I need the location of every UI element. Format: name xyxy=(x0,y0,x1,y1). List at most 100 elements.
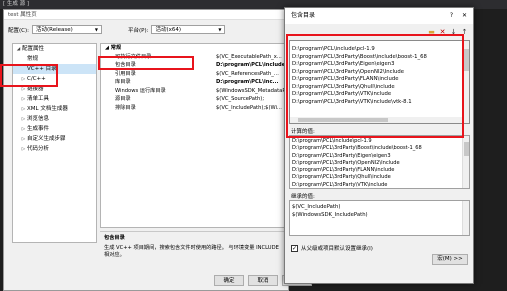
tree-item-label: 链接器 xyxy=(27,86,44,92)
evaluated-value-box: D:\program\PCL\include\pcl-1.9 D:\program… xyxy=(289,135,470,189)
grid-value: $(VC_ExecutablePath_x... xyxy=(216,53,282,60)
property-grid: ◢ 常规 可执行文件目录 $(VC_ExecutablePath_x... 包含目录 D… xyxy=(100,43,286,228)
scrollbar-thumb[interactable] xyxy=(298,118,388,122)
evaluated-value-item: D:\program\PCL\include\pcl-1.9 xyxy=(292,138,372,144)
inherited-value-label: 继承的值: xyxy=(291,194,315,200)
evaluated-value-item: D:\program\PCL\3rdParty\OpenNI2\Include xyxy=(292,159,400,166)
grid-row[interactable]: 可执行文件目录 $(VC_ExecutablePath_x... xyxy=(101,53,285,62)
grid-key: ◢ 常规 xyxy=(105,45,122,51)
move-down-icon[interactable]: ↓ xyxy=(449,28,458,37)
tree-item-label: 自定义生成步骤 xyxy=(27,136,66,142)
grid-value: $(VC_ReferencesPath_... xyxy=(216,70,279,77)
tree-item-label: C/C++ xyxy=(27,76,46,82)
scrollbar-thumb[interactable] xyxy=(464,49,469,71)
grid-key: Windows 运行库目录 xyxy=(115,87,166,94)
description-title: 包含目录 xyxy=(104,235,125,241)
tree-item-label: 浏览信息 xyxy=(27,116,50,122)
grid-category[interactable]: ◢ 常规 xyxy=(101,44,285,53)
macro-button[interactable]: 宏(M) >> xyxy=(432,254,468,265)
include-path-item[interactable]: D:\program\PCL\3rdParty\FLANN\include xyxy=(292,76,469,84)
inherit-checkbox-label: 从父级或项目默认设置继承(I) xyxy=(301,246,373,252)
vertical-scrollbar[interactable] xyxy=(462,201,469,235)
include-path-item[interactable]: D:\program\PCL\3rdParty\Qhull\include xyxy=(292,84,469,92)
config-label: 配置(C): xyxy=(8,27,29,34)
grid-key: 排除目录 xyxy=(115,104,136,111)
grid-key: 包含目录 xyxy=(115,62,136,68)
include-path-item[interactable]: D:\program\PCL\include\pcl-1.9 xyxy=(292,46,469,54)
cancel-button[interactable]: 取消 xyxy=(248,275,278,286)
grid-value: D:\program\PCL\inc... xyxy=(216,79,279,85)
grid-row[interactable]: 包含目录 D:\program\PCL\include\... xyxy=(101,61,285,70)
include-path-item[interactable]: D:\program\PCL\3rdParty\OpenNI2\Include xyxy=(292,69,469,77)
tree-item[interactable]: ▷ 清单工具 xyxy=(13,94,96,104)
evaluated-value-item: D:\program\PCL\3rdParty\VTK\include xyxy=(292,181,388,188)
config-row: 配置(C): 活动(Release) ▼ 平台(P): 活动(x64) ▼ xyxy=(8,24,226,35)
tree-item-label: 代码分析 xyxy=(27,146,50,152)
dialog-toolbar: ▬ ✕ ↓ ↑ xyxy=(427,28,469,37)
tree-item[interactable]: ▷ 代码分析 xyxy=(13,144,96,154)
evaluated-value-item: D:\program\PCL\3rdParty\FLANN\include xyxy=(292,167,395,174)
platform-value: 活动(x64) xyxy=(155,26,182,33)
include-directories-dialog: 包含目录 ? ✕ ▬ ✕ ↓ ↑ D:\program\PCL\include\… xyxy=(284,7,474,284)
grid-row[interactable]: Windows 运行库目录 $(WindowsSDK_MetadataPath) xyxy=(101,87,285,96)
include-path-item[interactable]: D:\program\PCL\3rdParty\VTK\include\vtk-… xyxy=(292,99,469,107)
tree-item[interactable]: ▷ 浏览信息 xyxy=(13,114,96,124)
scrollbar-thumb[interactable] xyxy=(464,142,469,156)
vertical-scrollbar[interactable] xyxy=(462,41,469,123)
inherit-checkbox-row[interactable]: ✓ 从父级或项目默认设置继承(I) xyxy=(291,244,373,252)
platform-label: 平台(P): xyxy=(128,27,149,34)
grid-value: $(VC_IncludePath);$(Wi... xyxy=(216,104,282,111)
grid-key: 引用目录 xyxy=(115,70,136,77)
include-path-list[interactable]: D:\program\PCL\include\pcl-1.9 D:\program… xyxy=(289,40,470,124)
tree-item[interactable]: ▷ 链接器 xyxy=(13,84,96,94)
grid-key: 可执行文件目录 xyxy=(115,53,152,60)
new-line-folder-icon[interactable]: ▬ xyxy=(427,28,436,37)
tree-item[interactable]: ▷ 自定义生成步骤 xyxy=(13,134,96,144)
description-text: 生成 VC++ 项目期间，搜索包含文件时使用的路径。 与环境变量 INCLUDE… xyxy=(104,245,279,258)
chevron-down-icon: ▼ xyxy=(218,26,222,32)
property-pages-title: test 属性页 xyxy=(4,10,288,20)
dialog-title-bar: 包含目录 ? ✕ xyxy=(285,8,473,24)
move-up-icon[interactable]: ↑ xyxy=(460,28,469,37)
tree-item[interactable]: ▷ C/C++ xyxy=(13,74,96,84)
tree-item-label: XML 文档生成器 xyxy=(27,106,68,112)
inherited-value-item: $(WindowsSDK_IncludePath) xyxy=(292,211,368,218)
tree-item-label: 配置属性 xyxy=(22,46,45,52)
inherited-value-box: $(VC_IncludePath) $(WindowsSDK_IncludePat… xyxy=(289,200,470,236)
grid-row[interactable]: 源目录 $(VC_SourcePath); xyxy=(101,95,285,104)
grid-value: $(WindowsSDK_MetadataPath) xyxy=(216,87,285,94)
tree-item-label: 清单工具 xyxy=(27,96,50,102)
tree-item[interactable]: ◢ 配置属性 xyxy=(13,44,96,54)
evaluated-value-item: D:\program\PCL\3rdParty\Eigen\eigen3 xyxy=(292,152,391,159)
platform-dropdown[interactable]: 活动(x64) ▼ xyxy=(151,25,226,34)
inherit-checkbox[interactable]: ✓ xyxy=(291,244,298,252)
grid-row[interactable]: 库目录 D:\program\PCL\inc... xyxy=(101,78,285,87)
grid-row[interactable]: 排除目录 $(VC_IncludePath);$(Wi... xyxy=(101,104,285,113)
grid-value: $(VC_SourcePath); xyxy=(216,96,265,102)
include-path-item[interactable]: D:\program\PCL\3rdParty\Boost\include\bo… xyxy=(292,54,469,62)
tree-item[interactable]: ▷ XML 文档生成器 xyxy=(13,104,96,114)
tree-item-label: 常规 xyxy=(27,56,39,62)
help-icon[interactable]: ? xyxy=(450,8,453,24)
property-pages-window: test 属性页 配置(C): 活动(Release) ▼ 平台(P): 活动(… xyxy=(3,9,312,291)
grid-row[interactable]: 引用目录 $(VC_ReferencesPath_... xyxy=(101,70,285,79)
inherited-value-item: $(VC_IncludePath) xyxy=(292,204,341,210)
close-icon[interactable]: ✕ xyxy=(462,8,467,24)
config-dropdown[interactable]: 活动(Release) ▼ xyxy=(32,25,102,34)
tree-item-label: 生成事件 xyxy=(27,126,50,132)
tree-item[interactable]: VC++ 目录 xyxy=(13,64,96,74)
delete-line-icon[interactable]: ✕ xyxy=(438,28,447,37)
config-value: 活动(Release) xyxy=(36,26,73,33)
horizontal-scrollbar[interactable] xyxy=(290,117,462,123)
evaluated-value-item: D:\program\PCL\3rdParty\Qhull\include xyxy=(292,174,391,181)
evaluated-value-item: D:\program\PCL\3rdParty\Boost\include\bo… xyxy=(292,145,422,152)
tree-item[interactable]: 常规 xyxy=(13,54,96,64)
expand-arrow-icon[interactable]: ▷ xyxy=(20,145,27,155)
vertical-scrollbar[interactable] xyxy=(462,136,469,188)
chevron-down-icon: ▼ xyxy=(94,26,98,32)
include-path-item[interactable]: D:\program\PCL\3rdParty\Eigen\eigen3 xyxy=(292,61,469,69)
include-path-item[interactable]: D:\program\PCL\3rdParty\VTK\include xyxy=(292,91,469,99)
tree-item[interactable]: ▷ 生成事件 xyxy=(13,124,96,134)
tree-item-label: VC++ 目录 xyxy=(27,66,57,72)
ok-button[interactable]: 确定 xyxy=(214,275,244,286)
